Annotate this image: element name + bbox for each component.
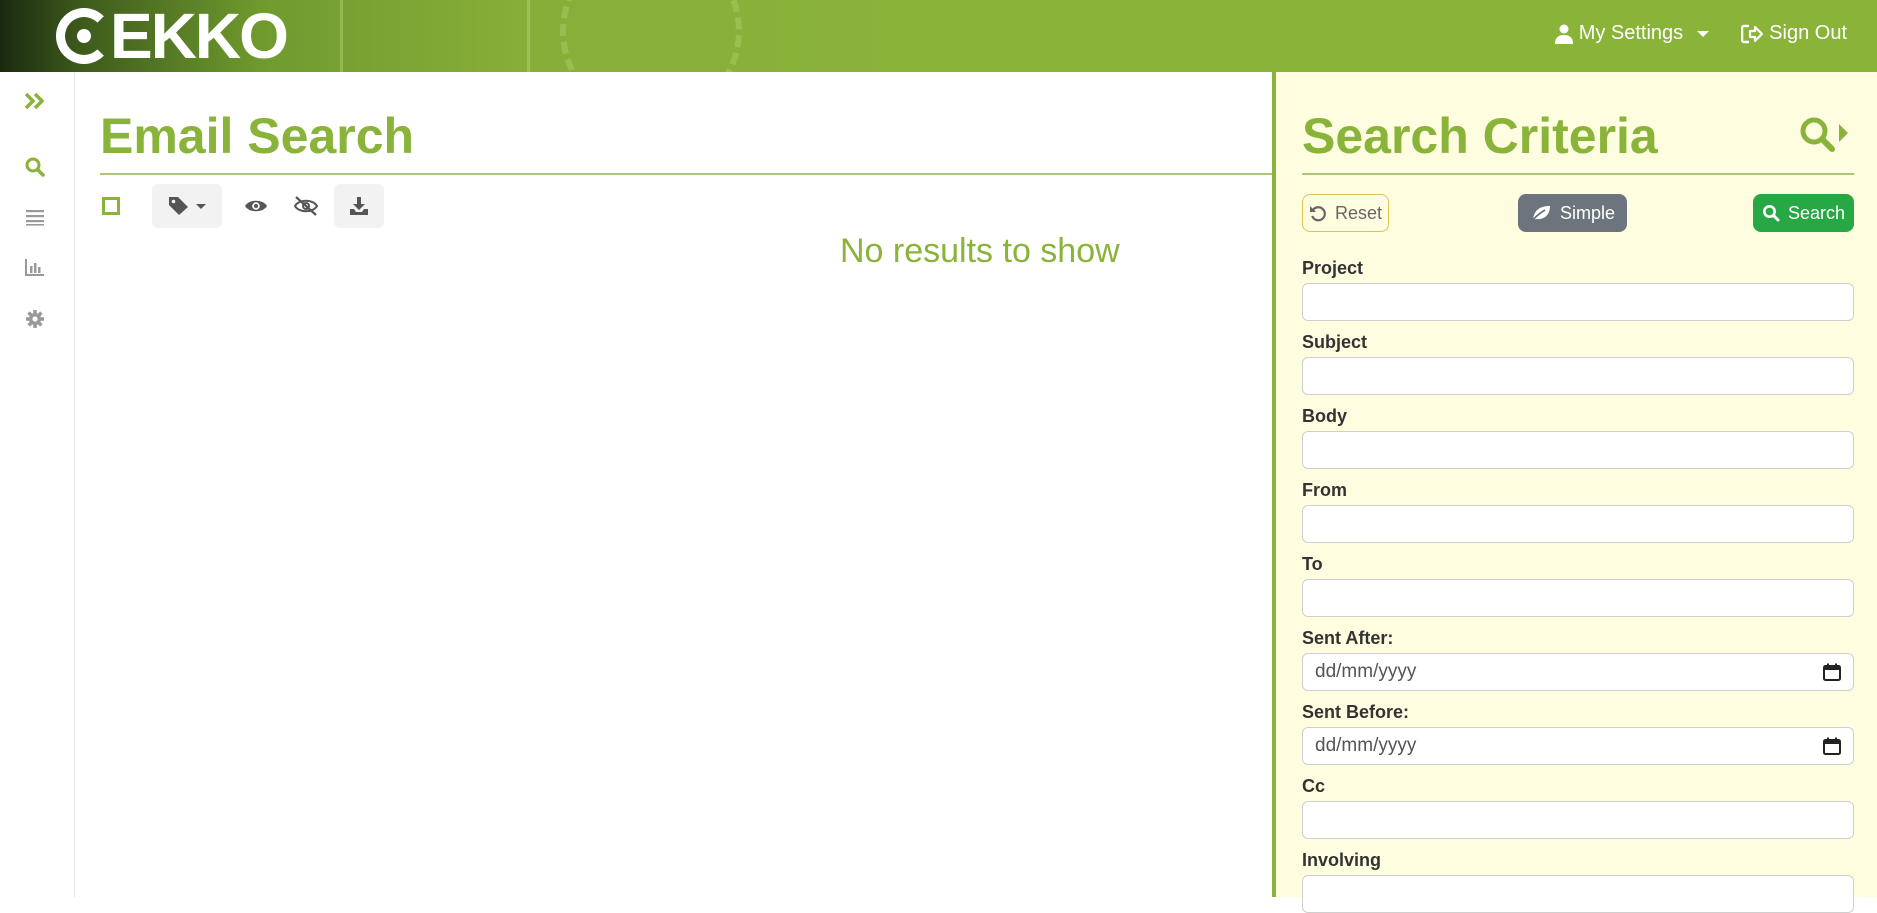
tag-icon bbox=[169, 197, 188, 215]
to-label: To bbox=[1302, 554, 1323, 574]
sent-after-label: Sent After: bbox=[1302, 628, 1394, 648]
body-input[interactable] bbox=[1302, 431, 1854, 469]
download-icon bbox=[350, 197, 368, 215]
sent-after-placeholder: dd/mm/yyyy bbox=[1315, 661, 1417, 682]
circle-decoration bbox=[560, 0, 742, 72]
hide-button[interactable] bbox=[278, 184, 334, 228]
project-input[interactable] bbox=[1302, 283, 1854, 321]
subject-input[interactable] bbox=[1302, 357, 1854, 395]
download-button[interactable] bbox=[334, 184, 384, 228]
main-content: Email Search No results to show bbox=[100, 72, 1272, 897]
collapse-panel-button[interactable] bbox=[1796, 114, 1856, 158]
my-settings-dropdown[interactable]: My Settings bbox=[1554, 22, 1710, 45]
expand-sidebar-button[interactable] bbox=[20, 86, 50, 116]
reset-button[interactable]: Reset bbox=[1302, 194, 1389, 232]
show-button[interactable] bbox=[234, 184, 278, 228]
eye-slash-icon bbox=[293, 196, 319, 216]
to-input[interactable] bbox=[1302, 579, 1854, 617]
project-label: Project bbox=[1302, 258, 1364, 278]
simple-label: Simple bbox=[1559, 202, 1616, 223]
gear-icon bbox=[26, 310, 44, 328]
search-button[interactable]: Search bbox=[1753, 194, 1854, 232]
search-label: Search bbox=[1787, 202, 1846, 223]
sign-out-link[interactable]: Sign Out bbox=[1741, 22, 1847, 45]
undo-icon bbox=[1309, 206, 1326, 222]
involving-label: Involving bbox=[1302, 850, 1382, 870]
app-logo[interactable]: EKKO bbox=[56, 0, 289, 72]
header-nav: My Settings Sign Out bbox=[1554, 22, 1847, 45]
body-label: Body bbox=[1302, 406, 1347, 426]
chart-icon bbox=[25, 259, 44, 276]
my-settings-label: My Settings bbox=[1578, 22, 1684, 44]
leaf-icon bbox=[1531, 206, 1550, 222]
cc-input[interactable] bbox=[1302, 801, 1854, 839]
simple-mode-button[interactable]: Simple bbox=[1518, 194, 1627, 232]
sidebar-item-search[interactable] bbox=[20, 152, 50, 182]
from-label: From bbox=[1302, 480, 1347, 500]
sidebar-item-reports[interactable] bbox=[20, 252, 50, 282]
list-icon bbox=[26, 210, 44, 226]
search-collapse-icon bbox=[1800, 117, 1848, 152]
envelope-decoration bbox=[340, 0, 530, 72]
sent-before-placeholder: dd/mm/yyyy bbox=[1315, 735, 1417, 756]
calendar-icon[interactable] bbox=[1823, 663, 1841, 681]
logo-g-mark bbox=[56, 8, 112, 64]
sent-before-label: Sent Before: bbox=[1302, 702, 1410, 722]
calendar-icon[interactable] bbox=[1823, 737, 1841, 755]
sent-before-date-input[interactable]: dd/mm/yyyy bbox=[1302, 727, 1854, 765]
sign-out-label: Sign Out bbox=[1769, 22, 1847, 44]
panel-divider bbox=[1302, 173, 1854, 175]
reset-label: Reset bbox=[1334, 202, 1383, 223]
sidebar-item-settings[interactable] bbox=[20, 304, 50, 334]
search-icon bbox=[1762, 205, 1780, 222]
empty-results-message: No results to show bbox=[840, 232, 1120, 270]
sign-out-icon bbox=[1741, 24, 1764, 43]
page-title: Email Search bbox=[100, 108, 415, 164]
eye-icon bbox=[245, 200, 267, 212]
from-input[interactable] bbox=[1302, 505, 1854, 543]
chevron-down-icon bbox=[1697, 30, 1710, 37]
results-toolbar bbox=[100, 184, 384, 228]
user-icon bbox=[1554, 24, 1573, 44]
sent-after-date-input[interactable]: dd/mm/yyyy bbox=[1302, 653, 1854, 691]
panel-title: Search Criteria bbox=[1302, 108, 1658, 164]
search-criteria-panel: Search Criteria Reset Simple Search Proj… bbox=[1272, 72, 1877, 913]
chevron-down-icon bbox=[196, 203, 206, 209]
select-all-checkbox[interactable] bbox=[102, 197, 120, 215]
tag-dropdown-button[interactable] bbox=[152, 184, 222, 228]
logo-text: EKKO bbox=[110, 0, 289, 72]
subject-label: Subject bbox=[1302, 332, 1368, 352]
sidebar-item-list[interactable] bbox=[20, 202, 50, 232]
double-chevron-right-icon bbox=[24, 92, 45, 110]
left-sidebar bbox=[0, 72, 75, 897]
involving-input[interactable] bbox=[1302, 875, 1854, 913]
top-navbar: EKKO My Settings Sign Out bbox=[0, 0, 1877, 72]
cc-label: Cc bbox=[1302, 776, 1326, 796]
search-icon bbox=[25, 157, 45, 177]
title-divider bbox=[100, 173, 1272, 175]
